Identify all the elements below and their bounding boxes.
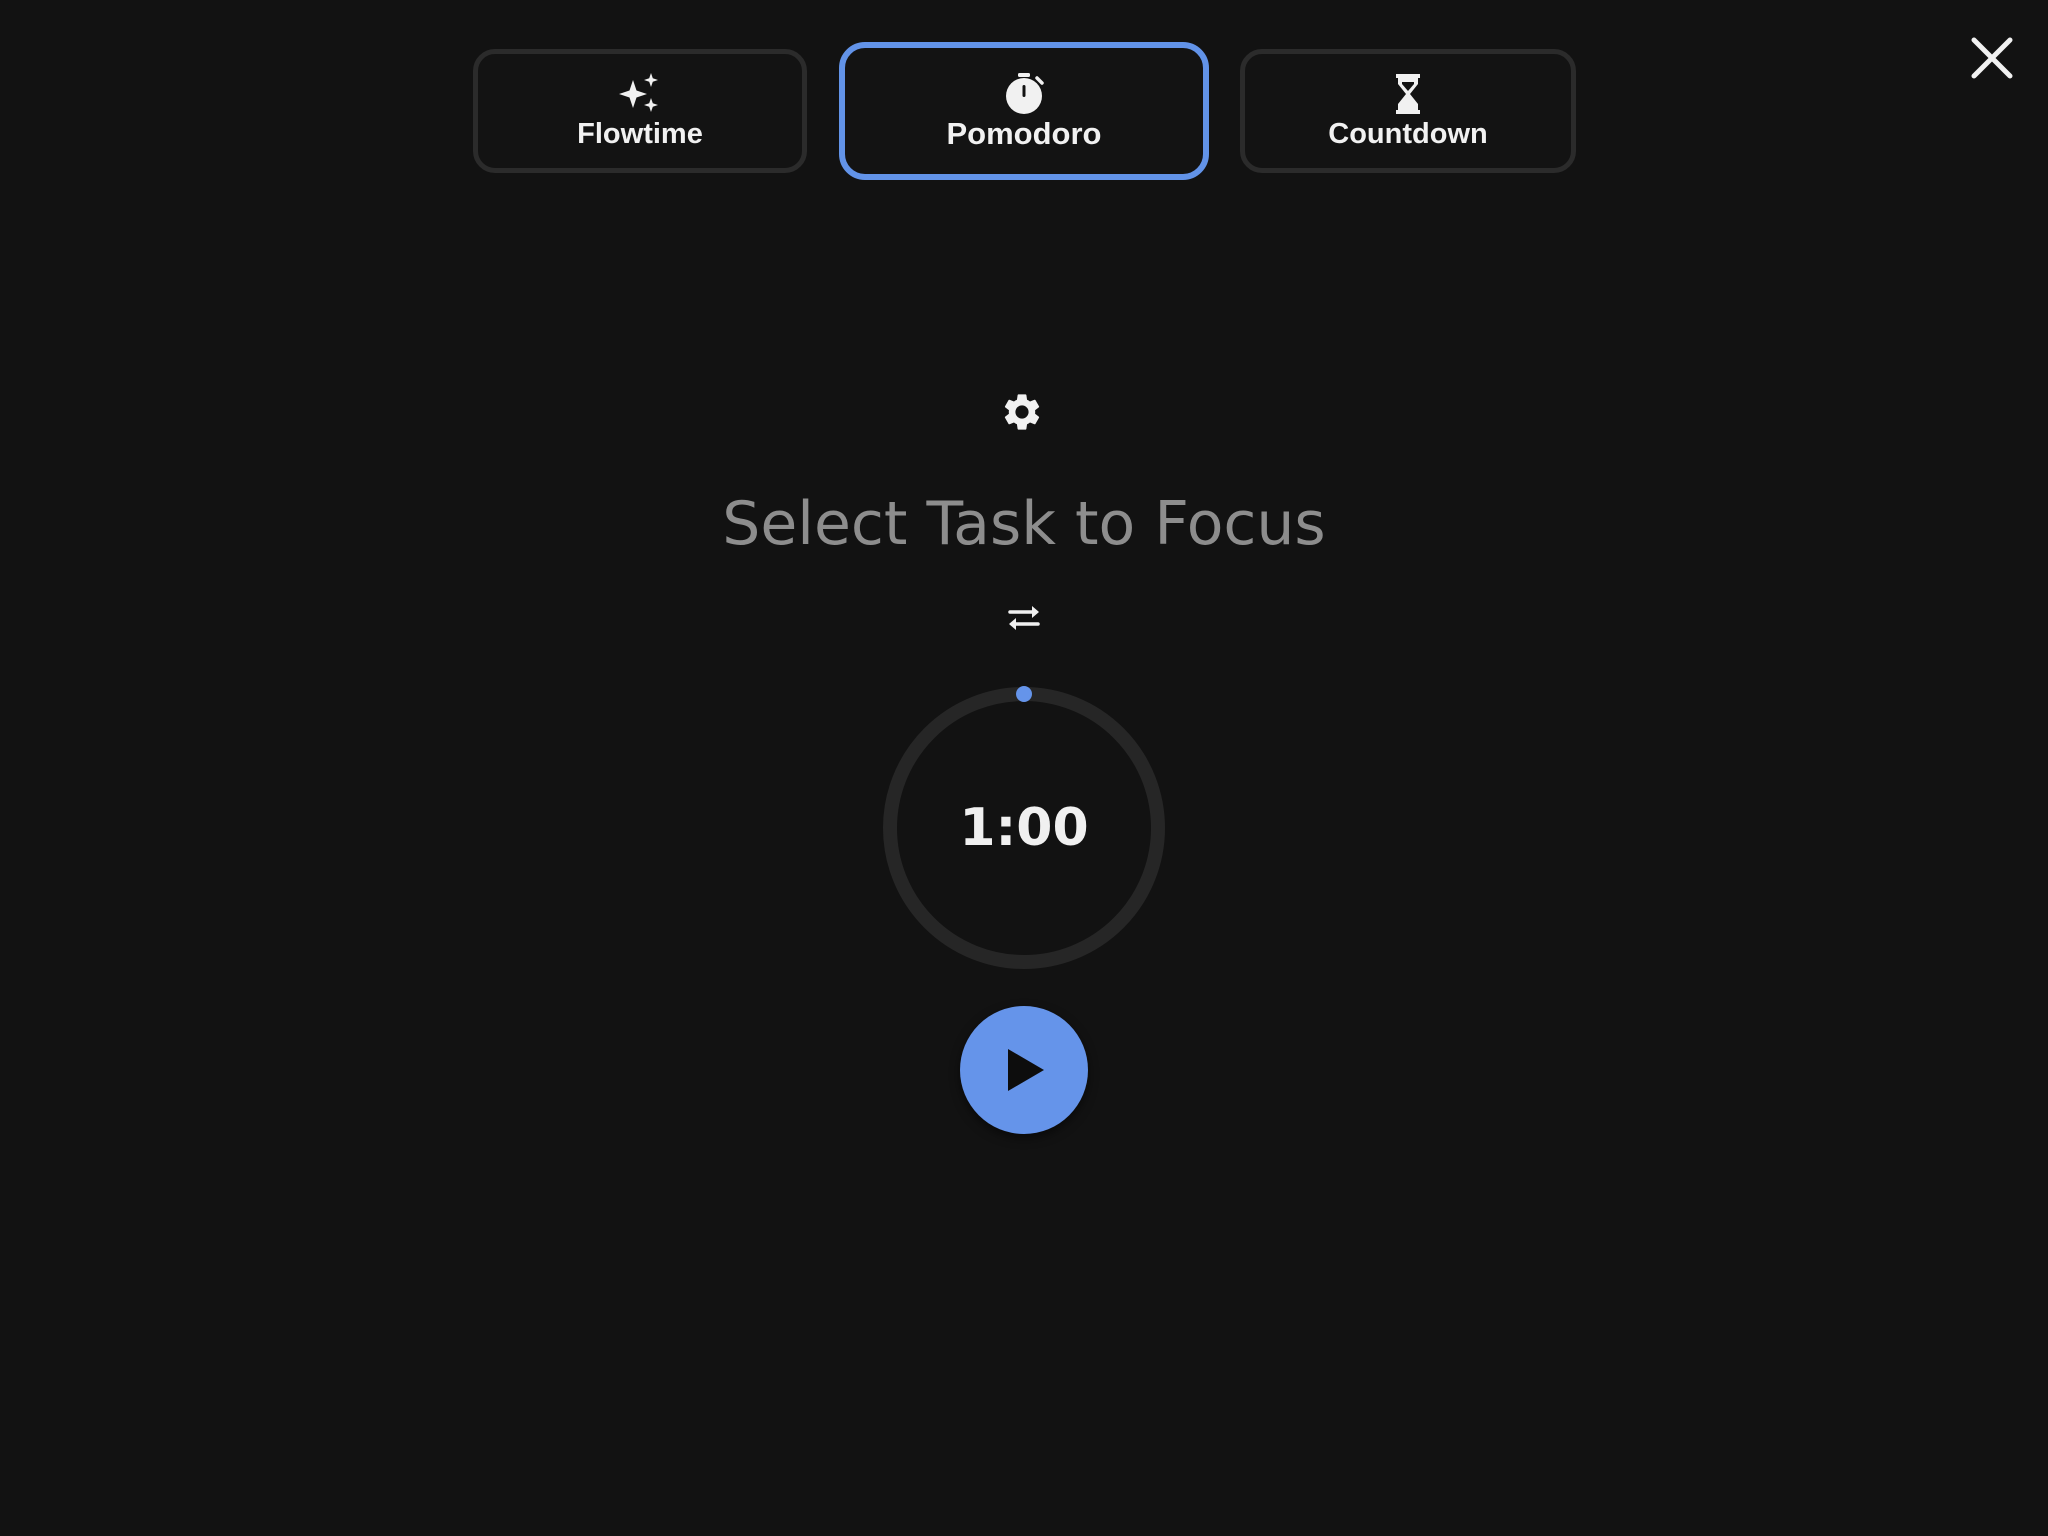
timer-mode-tabs: Flowtime Pomodoro Countdown: [0, 42, 2048, 182]
tab-flowtime[interactable]: Flowtime: [473, 49, 807, 173]
close-button[interactable]: [1968, 34, 2016, 82]
close-icon: [1971, 37, 2013, 79]
tab-pomodoro-label: Pomodoro: [946, 116, 1102, 151]
sparkles-icon: [618, 72, 662, 116]
gear-icon: [1004, 394, 1040, 430]
swap-arrows-icon: [1008, 606, 1040, 630]
tab-countdown-label: Countdown: [1328, 118, 1488, 150]
play-button[interactable]: [960, 1006, 1088, 1134]
tab-flowtime-label: Flowtime: [577, 118, 703, 150]
stopwatch-icon: [1002, 72, 1046, 116]
tab-countdown[interactable]: Countdown: [1240, 49, 1576, 173]
switch-task-button[interactable]: [1000, 598, 1048, 638]
select-task-prompt[interactable]: Select Task to Focus: [524, 484, 1524, 564]
timer-readout: 1:00: [959, 798, 1089, 858]
settings-button[interactable]: [998, 388, 1046, 436]
focus-timer-screen: Flowtime Pomodoro Countdown Select Task …: [0, 0, 2048, 1536]
hourglass-icon: [1386, 72, 1430, 116]
timer-dial: 1:00: [878, 682, 1170, 974]
tab-pomodoro[interactable]: Pomodoro: [839, 42, 1209, 180]
play-icon: [1008, 1049, 1044, 1091]
